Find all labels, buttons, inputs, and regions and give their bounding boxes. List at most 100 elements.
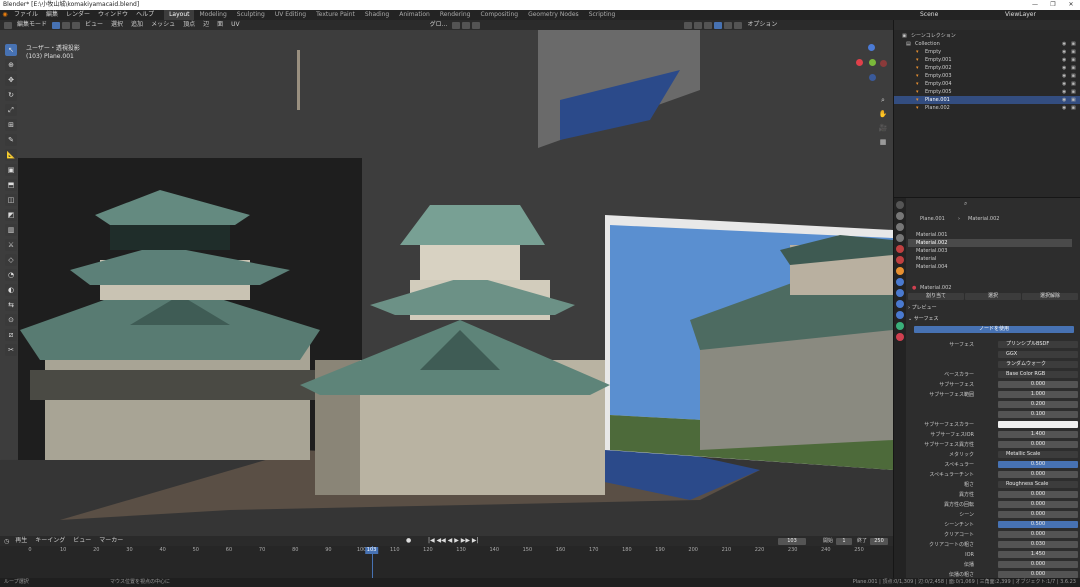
knife-tool-icon[interactable]: ⚔ bbox=[5, 239, 17, 251]
property-field[interactable]: ランダムウォーク bbox=[998, 361, 1078, 368]
mode-selector[interactable]: 編集モード bbox=[14, 20, 50, 30]
visibility-eye-icon[interactable]: ◉ bbox=[1062, 72, 1066, 80]
blender-logo-icon[interactable]: ◉ bbox=[0, 10, 10, 20]
overlay-button[interactable] bbox=[684, 21, 693, 29]
property-field[interactable]: 0.000 bbox=[998, 531, 1078, 538]
visibility-eye-icon[interactable]: ◉ bbox=[1062, 80, 1066, 88]
data-tab-icon[interactable] bbox=[896, 322, 904, 330]
editor-type-button[interactable] bbox=[4, 21, 12, 29]
render-camera-icon[interactable]: ▣ bbox=[1071, 64, 1076, 72]
playhead-frame-label[interactable]: 103 bbox=[364, 547, 379, 554]
scene-tab-icon[interactable] bbox=[896, 245, 904, 253]
material-tab-icon[interactable] bbox=[896, 333, 904, 341]
axis-neg-z-icon[interactable] bbox=[869, 74, 876, 81]
outliner-item[interactable]: ▾ Empty.002 ◉ ▣ bbox=[894, 64, 1080, 72]
outliner-item[interactable]: ▾ Empty ◉ ▣ bbox=[894, 48, 1080, 56]
shading-material-button[interactable] bbox=[724, 21, 733, 29]
property-field[interactable]: Roughness Scale bbox=[998, 481, 1078, 488]
transform-tool-icon[interactable]: ⊞ bbox=[5, 119, 17, 131]
visibility-eye-icon[interactable]: ◉ bbox=[1062, 96, 1066, 104]
record-icon[interactable]: ● bbox=[406, 537, 411, 544]
current-frame-field[interactable]: 103 bbox=[778, 538, 806, 545]
vertex-select-button[interactable] bbox=[52, 21, 61, 29]
shading-wireframe-button[interactable] bbox=[704, 21, 713, 29]
render-camera-icon[interactable]: ▣ bbox=[1071, 104, 1076, 112]
tool-tab-icon[interactable] bbox=[896, 201, 904, 209]
axis-x-icon[interactable] bbox=[856, 59, 863, 66]
menu-edge[interactable]: 辺 bbox=[200, 20, 212, 30]
pan-hand-icon[interactable]: ✋ bbox=[878, 110, 888, 120]
select-tool-icon[interactable]: ↖ bbox=[5, 44, 17, 56]
poly-build-tool-icon[interactable]: ◇ bbox=[5, 254, 17, 266]
spin-tool-icon[interactable]: ◔ bbox=[5, 269, 17, 281]
rotate-tool-icon[interactable]: ↻ bbox=[5, 89, 17, 101]
xray-button[interactable] bbox=[694, 21, 703, 29]
pivot-button[interactable] bbox=[452, 21, 461, 29]
smooth-tool-icon[interactable]: ◐ bbox=[5, 284, 17, 296]
render-tab-icon[interactable] bbox=[896, 212, 904, 220]
workspace-tab-layout[interactable]: Layout bbox=[164, 10, 195, 20]
workspace-tab-shading[interactable]: Shading bbox=[360, 10, 394, 20]
property-field[interactable]: 0.500 bbox=[998, 521, 1078, 528]
material-slot[interactable]: Material.001 bbox=[908, 231, 1072, 239]
shading-solid-button[interactable] bbox=[714, 21, 723, 29]
inset-tool-icon[interactable]: ◫ bbox=[5, 194, 17, 206]
face-select-button[interactable] bbox=[72, 21, 81, 29]
menu-uv[interactable]: UV bbox=[228, 20, 243, 30]
bevel-tool-icon[interactable]: ◩ bbox=[5, 209, 17, 221]
menu-help[interactable]: ヘルプ bbox=[132, 10, 158, 20]
render-camera-icon[interactable]: ▣ bbox=[1071, 96, 1076, 104]
material-slot[interactable]: Material bbox=[908, 255, 1072, 263]
menu-edit[interactable]: 編集 bbox=[42, 10, 62, 20]
particles-tab-icon[interactable] bbox=[896, 289, 904, 297]
property-field[interactable]: 1.400 bbox=[998, 431, 1078, 438]
workspace-tab-geometry-nodes[interactable]: Geometry Nodes bbox=[523, 10, 584, 20]
property-field[interactable]: Base Color RGB bbox=[998, 371, 1078, 378]
physics-tab-icon[interactable] bbox=[896, 300, 904, 308]
loop-cut-tool-icon[interactable]: ▥ bbox=[5, 224, 17, 236]
use-nodes-button[interactable]: ノードを使用 bbox=[914, 326, 1074, 333]
start-frame-field[interactable]: 1 bbox=[836, 538, 852, 545]
edge-select-button[interactable] bbox=[62, 21, 71, 29]
material-slot[interactable]: Material.003 bbox=[908, 247, 1072, 255]
axis-y-icon[interactable] bbox=[869, 59, 876, 66]
move-tool-icon[interactable]: ✥ bbox=[5, 74, 17, 86]
property-field[interactable]: 0.200 bbox=[998, 401, 1078, 408]
minimize-button[interactable]: — bbox=[1026, 0, 1044, 10]
menu-vertex[interactable]: 頂点 bbox=[180, 20, 198, 30]
menu-mesh[interactable]: メッシュ bbox=[148, 20, 178, 30]
outliner-item[interactable]: ▾ Empty.004 ◉ ▣ bbox=[894, 80, 1080, 88]
render-camera-icon[interactable]: ▣ bbox=[1071, 80, 1076, 88]
workspace-tab-texture-paint[interactable]: Texture Paint bbox=[311, 10, 360, 20]
ortho-grid-icon[interactable]: ▦ bbox=[878, 138, 888, 148]
property-field[interactable] bbox=[998, 421, 1078, 428]
render-camera-icon[interactable]: ▣ bbox=[1071, 72, 1076, 80]
menu-window[interactable]: ウィンドウ bbox=[94, 10, 132, 20]
shrink-fatten-tool-icon[interactable]: ⊙ bbox=[5, 314, 17, 326]
material-name-field[interactable]: Material.002 bbox=[920, 284, 951, 292]
property-field[interactable]: 1.000 bbox=[998, 391, 1078, 398]
scale-tool-icon[interactable]: ⤢ bbox=[5, 104, 17, 116]
extrude-tool-icon[interactable]: ⬒ bbox=[5, 179, 17, 191]
property-field[interactable]: 1.450 bbox=[998, 551, 1078, 558]
world-tab-icon[interactable] bbox=[896, 256, 904, 264]
menu-render[interactable]: レンダー bbox=[62, 10, 94, 20]
render-camera-icon[interactable]: ▣ bbox=[1071, 40, 1076, 48]
rip-tool-icon[interactable]: ✂ bbox=[5, 344, 17, 356]
menu-file[interactable]: ファイル bbox=[10, 10, 42, 20]
property-field[interactable]: 0.000 bbox=[998, 571, 1078, 578]
surface-section-header[interactable]: ⌄ サーフェス bbox=[908, 315, 938, 322]
property-field[interactable]: GGX bbox=[998, 351, 1078, 358]
workspace-tab-uv-editing[interactable]: UV Editing bbox=[270, 10, 311, 20]
menu-face[interactable]: 面 bbox=[214, 20, 226, 30]
visibility-eye-icon[interactable]: ◉ bbox=[1062, 88, 1066, 96]
property-field[interactable]: 0.000 bbox=[998, 561, 1078, 568]
cursor-tool-icon[interactable]: ⊕ bbox=[5, 59, 17, 71]
outliner-item[interactable]: ▾ Plane.001 ◉ ▣ bbox=[894, 96, 1080, 104]
constraints-tab-icon[interactable] bbox=[896, 311, 904, 319]
property-field[interactable]: 0.500 bbox=[998, 461, 1078, 468]
outliner-item[interactable]: ▤ Collection ◉ ▣ bbox=[894, 40, 1080, 48]
end-frame-field[interactable]: 250 bbox=[870, 538, 888, 545]
material-slot[interactable]: Material.004 bbox=[908, 263, 1072, 271]
property-field[interactable]: 0.030 bbox=[998, 541, 1078, 548]
